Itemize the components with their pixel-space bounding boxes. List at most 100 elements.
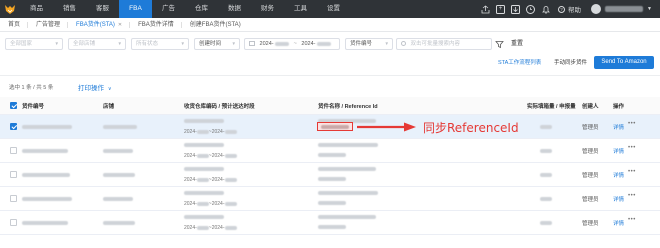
clock-icon[interactable] [526, 4, 536, 14]
table-row[interactable]: 2024- ~2024- 管理员 详情 ••• [0, 163, 660, 187]
tab-home[interactable]: 首页 [0, 18, 29, 32]
row-checkbox[interactable] [10, 219, 17, 226]
bell-icon[interactable] [541, 5, 550, 14]
nav-item-tools[interactable]: 工具 [284, 0, 317, 18]
row-checkbox[interactable] [10, 147, 17, 154]
more-options-icon[interactable]: ••• [628, 217, 636, 223]
shipment-id-redacted [22, 173, 70, 177]
shipment-id-redacted [22, 197, 72, 201]
row-checkbox[interactable] [10, 171, 17, 178]
table-row[interactable]: 2024- ~2024- 管理员 详情 ••• [0, 211, 660, 235]
eta-end: 2024- [211, 129, 225, 135]
col-box-qty: 实际填箱量 / 申报量 [527, 104, 576, 110]
selection-count: 选中 1 条 / 共 5 条 [9, 85, 54, 91]
help-label: 帮助 [568, 7, 582, 14]
reference-id-redacted [318, 225, 346, 229]
shipment-name-redacted [318, 143, 378, 147]
warehouse-redacted [184, 119, 224, 123]
more-options-icon[interactable]: ••• [628, 145, 636, 151]
nav-item-sales[interactable]: 销售 [53, 0, 86, 18]
detail-link[interactable]: 详情 [613, 195, 624, 203]
warehouse-redacted [184, 143, 224, 147]
reset-button[interactable]: 重置 [511, 39, 523, 49]
nav-item-finance[interactable]: 财务 [251, 0, 284, 18]
table-header: 货件编号 店铺 收货仓库编码 / 预计送达时段 货件名称 / Reference… [0, 97, 660, 115]
box-qty-redacted [540, 197, 552, 201]
filter-icon[interactable] [495, 40, 504, 49]
warehouse-redacted [184, 191, 224, 195]
chevron-down-icon: ▼ [54, 41, 59, 46]
select-all-checkbox[interactable] [10, 102, 17, 109]
tab-fba-detail[interactable]: FBA货件详情 [130, 18, 182, 32]
shop-redacted [103, 125, 137, 129]
time-type-select[interactable]: 创建时间 ▼ [194, 38, 240, 50]
creator: 管理员 [582, 149, 599, 155]
chevron-down-icon: ▼ [117, 41, 122, 46]
sync-reference-id-annotation: 同步ReferenceId [423, 121, 519, 135]
shop-redacted [103, 197, 133, 201]
nav-item-service[interactable]: 客服 [86, 0, 119, 18]
detail-link[interactable]: 详情 [613, 147, 624, 155]
close-icon[interactable]: ✕ [118, 22, 122, 28]
nav-item-products[interactable]: 商品 [20, 0, 53, 18]
search-input[interactable]: 双击可批量搜索内容 [396, 38, 492, 50]
manual-sync-button[interactable]: 手动同步货件 [554, 57, 587, 69]
reference-id-highlight [317, 122, 353, 131]
sta-workflow-list-link[interactable]: STA工作流程列表 [498, 57, 541, 69]
table-row[interactable]: 2024- ~2024- 管理员 详情 ••• [0, 139, 660, 163]
page-tabs: 首页 广告管理 FBA货件(STA) ✕ FBA货件详情 创建FBA货件(STA) [0, 18, 660, 32]
tab-create-fba[interactable]: 创建FBA货件(STA) [182, 18, 249, 32]
nav-item-settings[interactable]: 设置 [317, 0, 350, 18]
col-actions: 操作 [613, 104, 625, 110]
row-checkbox[interactable] [10, 195, 17, 202]
search-input-placeholder: 双击可批量搜索内容 [410, 41, 461, 47]
table-row[interactable]: 2024- ~2024- 管理员 详情 ••• [0, 187, 660, 211]
tab-fba-plan[interactable]: FBA货件(STA) ✕ [68, 18, 131, 32]
table-row[interactable]: 2024- ~2024- 同步ReferenceId 管理员 详情 ••• [0, 115, 660, 139]
table-toolbar: 选中 1 条 / 共 5 条 打印操作 ∨ [0, 76, 660, 97]
row-checkbox[interactable] [10, 123, 17, 130]
detail-link[interactable]: 详情 [613, 123, 624, 131]
help-icon: ? [558, 5, 566, 13]
site-select[interactable]: 全部国家 ▼ [5, 38, 63, 50]
shipment-id-redacted [22, 221, 68, 225]
tab-home-label: 首页 [8, 21, 21, 28]
box-qty-redacted [540, 149, 552, 153]
print-operations-dropdown[interactable]: 打印操作 ∨ [78, 82, 111, 92]
warehouse-redacted [184, 215, 224, 219]
more-options-icon[interactable]: ••• [628, 121, 636, 127]
search-field-select[interactable]: 货件编号 ▼ [345, 38, 393, 50]
status-select[interactable]: 所有状态 ▼ [131, 38, 189, 50]
detail-link[interactable]: 详情 [613, 171, 624, 179]
date-range-picker[interactable]: 2024- ~ 2024- [244, 38, 340, 50]
help-menu[interactable]: ? 帮助 [558, 4, 581, 14]
plus-box-icon[interactable]: + [496, 4, 506, 14]
tab-ads-management[interactable]: 广告管理 [28, 18, 69, 32]
more-options-icon[interactable]: ••• [628, 193, 636, 199]
nav-item-fba[interactable]: FBA [119, 0, 152, 18]
filter-bar: 全部国家 ▼ 全部店铺 ▼ 所有状态 ▼ 创建时间 ▼ 2024- ~ 2024- 货件… [0, 32, 660, 76]
detail-link[interactable]: 详情 [613, 219, 624, 227]
eta-start: 2024- [184, 153, 197, 159]
tab-create-fba-label: 创建FBA货件(STA) [189, 21, 241, 28]
download-icon[interactable] [511, 4, 521, 14]
shop-select[interactable]: 全部店铺 ▼ [68, 38, 126, 50]
print-operations-label: 打印操作 [78, 85, 104, 92]
creator: 管理员 [582, 197, 599, 203]
shop-redacted [103, 221, 135, 225]
nav-item-warehouse[interactable]: 仓库 [185, 0, 218, 18]
send-to-amazon-button[interactable]: Send To Amazon [594, 56, 654, 69]
export-icon[interactable] [481, 4, 490, 14]
avatar[interactable] [591, 4, 602, 14]
chevron-down-icon[interactable]: ▼ [647, 6, 652, 12]
col-shop: 店铺 [103, 104, 115, 110]
creator: 管理员 [582, 125, 599, 131]
username-redacted[interactable] [605, 6, 644, 12]
chevron-down-icon: ▼ [384, 41, 389, 46]
logo-fox-icon[interactable] [0, 0, 20, 18]
more-options-icon[interactable]: ••• [628, 169, 636, 175]
date-start-value: 2024- [259, 41, 274, 47]
site-select-value: 全部国家 [10, 41, 33, 47]
nav-item-data[interactable]: 数据 [218, 0, 251, 18]
nav-item-ads[interactable]: 广告 [152, 0, 185, 18]
